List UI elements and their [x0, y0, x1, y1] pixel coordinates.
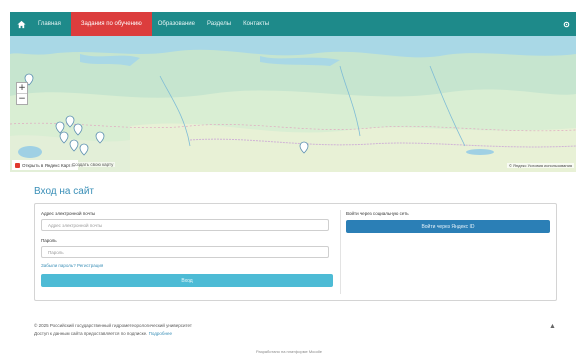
email-label: Адрес электронной почты [41, 211, 96, 216]
login-button[interactable]: Вход [41, 274, 333, 287]
create-map-link[interactable]: Создать свою карту [70, 162, 116, 167]
zoom-in-button[interactable]: + [17, 83, 27, 93]
column-divider [340, 210, 341, 294]
nav-item-tasks[interactable]: Задания по обучению [70, 12, 152, 36]
gear-icon [563, 21, 569, 27]
password-label: Пароль [41, 238, 57, 243]
footer-more-link[interactable]: Подробнее [149, 331, 172, 336]
login-form: Адрес электронной почты Адрес электронно… [41, 210, 333, 287]
password-field[interactable]: Пароль [41, 246, 329, 258]
zoom-control: + − [16, 82, 28, 105]
yandex-logo-icon [15, 162, 20, 168]
map-copyright[interactable]: © Яндекс Условия использования [506, 163, 574, 168]
footer-note-text: Доступ к данным сайта предоставляется по… [34, 331, 148, 336]
login-panel: Адрес электронной почты Адрес электронно… [34, 203, 557, 301]
map-canvas[interactable] [10, 36, 576, 172]
email-placeholder: Адрес электронной почты [48, 222, 103, 228]
home-icon [16, 20, 26, 28]
open-in-maps-label: Открыть в Яндекс Картах [22, 162, 76, 168]
login-title: Вход на сайт [34, 186, 94, 197]
password-placeholder: Пароль [48, 249, 64, 255]
top-navbar: Главная Задания по обучению Образование … [10, 12, 576, 36]
chevron-up-icon[interactable]: ▲ [549, 323, 556, 330]
nav-item-home[interactable]: Главная [32, 12, 67, 36]
settings-button[interactable] [556, 12, 576, 36]
footer-note: Доступ к данным сайта предоставляется по… [34, 331, 172, 336]
home-button[interactable] [10, 12, 32, 36]
yandex-login-button[interactable]: Войти через Яндекс ID [346, 220, 550, 233]
alt-login: Войти через социальную сеть Войти через … [346, 210, 550, 233]
footer-powered-by: Разработано на платформе Moodle [256, 349, 322, 354]
footer-copyright: © 2025 Российский государственный гидром… [34, 323, 192, 328]
zoom-out-button[interactable]: − [17, 93, 27, 104]
forgot-password-link[interactable]: Забыли пароль? Регистрация [41, 263, 333, 270]
nav-item-sections[interactable]: Разделы [201, 12, 237, 36]
nav-item-contacts[interactable]: Контакты [237, 12, 275, 36]
alt-login-heading: Войти через социальную сеть [346, 211, 409, 216]
nav-item-education[interactable]: Образование [152, 12, 201, 36]
email-field[interactable]: Адрес электронной почты [41, 219, 329, 231]
open-in-maps-link[interactable]: Открыть в Яндекс Картах [12, 160, 79, 170]
map-widget[interactable]: + − Открыть в Яндекс Картах Создать свою… [10, 36, 576, 172]
